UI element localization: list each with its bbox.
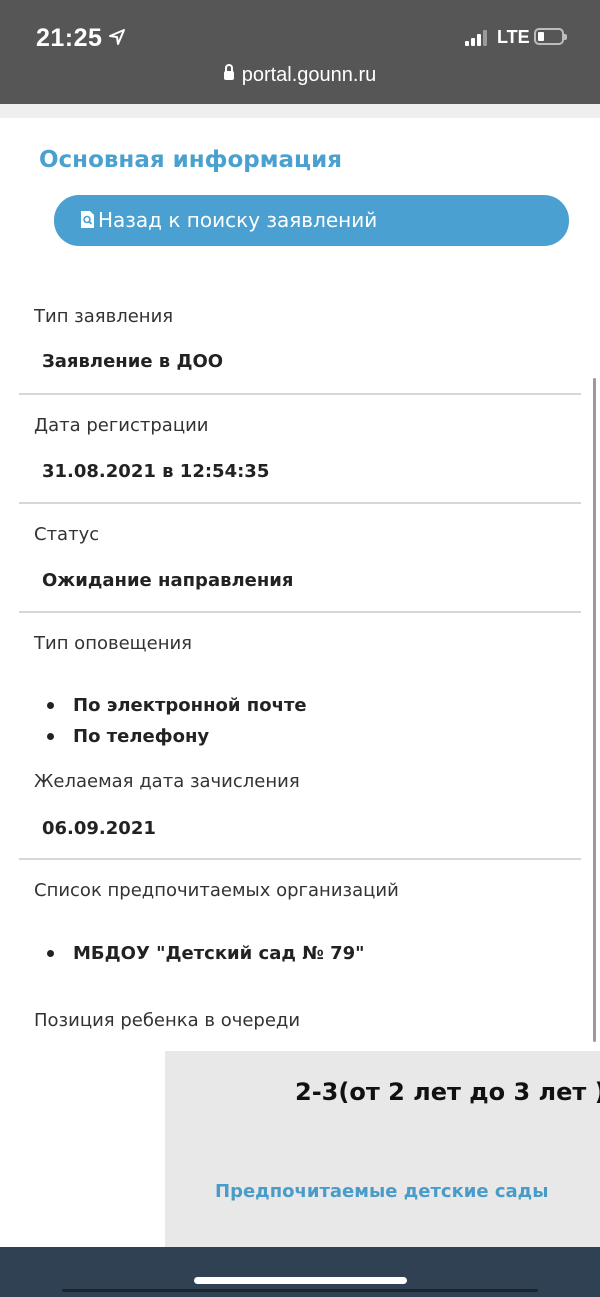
notification-type-label: Тип оповещения (34, 633, 192, 654)
divider (19, 858, 581, 860)
back-to-search-label: Назад к поиску заявлений (98, 208, 378, 232)
bullet-icon (47, 702, 54, 709)
address-bar[interactable]: portal.gounn.ru (0, 64, 600, 87)
divider (19, 502, 581, 504)
notification-type-list: По электронной почте По телефону (46, 690, 307, 752)
bullet-icon (47, 733, 54, 740)
location-arrow-icon (109, 29, 125, 45)
screen: 21:25 LTE portal.gounn.ru Основная инфор… (0, 0, 600, 1297)
age-group-title: 2-3(от 2 лет до 3 лет ) (295, 1078, 600, 1106)
queue-panel: 2-3(от 2 лет до 3 лет ) Предпочитаемые д… (165, 1051, 600, 1247)
status-value: Ожидание направления (42, 570, 294, 591)
clock: 21:25 (36, 24, 103, 52)
content-top-strip (0, 104, 600, 118)
footer-line (62, 1289, 538, 1292)
queue-position-label: Позиция ребенка в очереди (34, 1010, 301, 1031)
list-item: МБДОУ "Детский сад № 79" (46, 938, 365, 969)
lock-icon (223, 64, 234, 80)
network-type: LTE (497, 27, 530, 47)
divider (19, 393, 581, 395)
status-bar: 21:25 LTE portal.gounn.ru (0, 0, 600, 104)
registration-date-label: Дата регистрации (34, 415, 209, 436)
list-item: По телефону (46, 721, 307, 752)
preferred-organizations-label: Список предпочитаемых организаций (34, 880, 399, 901)
application-type-value: Заявление в ДОО (42, 351, 224, 372)
registration-date-value: 31.08.2021 в 12:54:35 (42, 461, 270, 482)
desired-date-label: Желаемая дата зачисления (34, 771, 300, 792)
preferred-kindergartens-link[interactable]: Предпочитаемые детские сады (215, 1181, 549, 1202)
list-item: По электронной почте (46, 690, 307, 721)
back-to-search-button[interactable]: Назад к поиску заявлений (54, 195, 569, 246)
desired-date-value: 06.09.2021 (42, 818, 156, 839)
scrollbar[interactable] (593, 378, 596, 1042)
bullet-icon (47, 950, 54, 957)
preferred-organizations-list: МБДОУ "Детский сад № 79" (46, 938, 365, 969)
battery-icon (534, 28, 567, 45)
home-indicator[interactable] (194, 1277, 407, 1284)
url-text: portal.gounn.ru (241, 64, 377, 86)
section-title: Основная информация (39, 147, 342, 173)
divider (19, 611, 581, 613)
footer (0, 1247, 600, 1297)
search-document-icon (81, 211, 94, 228)
status-label: Статус (34, 524, 100, 545)
signal-strength-icon (465, 30, 491, 46)
application-type-label: Тип заявления (34, 306, 174, 327)
